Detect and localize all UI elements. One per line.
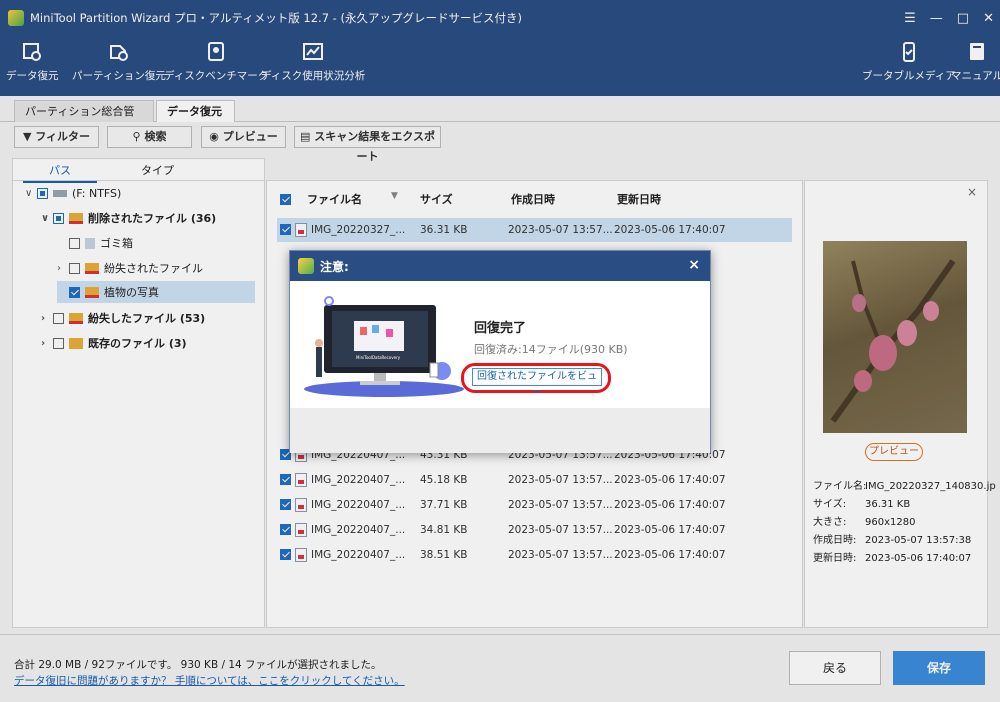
illustration-text: MiniToolDataRecovery (356, 355, 401, 360)
recovery-illustration: MiniToolDataRecovery (304, 296, 464, 397)
app-logo-icon (298, 258, 314, 274)
dialog-header: 注意: × (290, 251, 710, 281)
recovery-complete-dialog: 注意: × MiniToolDataRecovery 回復完了 回復済み:14フ… (289, 250, 711, 453)
app-window: MiniTool Partition Wizard プロ・アルティメット版 12… (0, 0, 1000, 702)
dialog-summary: 回復済み:14ファイル(930 KB) (474, 343, 628, 356)
dialog-title: 注意: (320, 259, 349, 274)
dialog-heading: 回復完了 (474, 321, 527, 336)
dialog-footer (290, 408, 710, 453)
dialog-close-icon[interactable]: × (688, 257, 700, 273)
view-recovered-files-button[interactable]: 回復されたファイルをビュー (472, 368, 602, 398)
